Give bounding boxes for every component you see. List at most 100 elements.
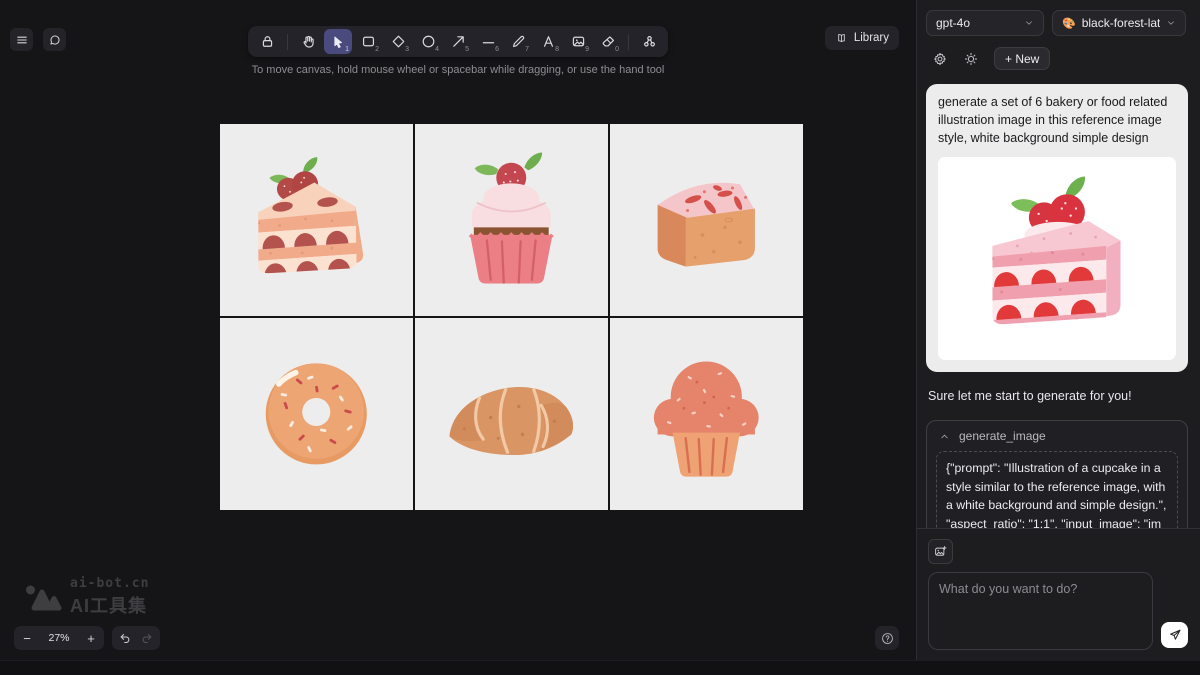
tool-draw[interactable]: 7 [504,29,532,54]
image-icon [572,36,584,47]
diamond-icon [392,35,404,48]
watermark-line1: ai-bot.cn [70,576,150,591]
tool-call-header[interactable]: generate_image [927,421,1187,451]
app-window: 1 2 3 4 5 6 7 8 9 0 To move canvas, hold… [0,0,1200,675]
session-controls: + New [926,47,1188,70]
tool-hand[interactable] [294,29,322,54]
cupcake-illustration [468,152,555,284]
tool-call-panel: generate_image {"prompt": "Illustration … [926,420,1188,528]
style-select[interactable]: 🎨 black-forest-lat [1052,10,1187,36]
theme-toggle-button[interactable] [963,51,979,67]
cursor-icon [334,35,343,48]
history-control [112,626,160,650]
compose-row [928,572,1188,650]
send-button[interactable] [1161,622,1188,648]
tool-eraser[interactable]: 0 [594,29,622,54]
user-message: generate a set of 6 bakery or food relat… [926,84,1188,373]
watermark-logo-icon [26,585,62,611]
lock-icon [262,36,272,47]
library-label: Library [853,32,889,44]
reference-image[interactable] [938,157,1176,361]
help-button[interactable] [875,626,899,650]
text-icon [543,36,553,47]
model-select[interactable]: gpt-4o [926,10,1044,36]
redo-button[interactable] [136,626,158,650]
tool-call-arguments: {"prompt": "Illustration of a cupcake in… [936,451,1178,528]
chat-input[interactable] [928,572,1153,650]
redo-icon [142,634,152,644]
window-bottom-strip [0,660,1200,675]
chat-history[interactable]: generate a set of 6 bakery or food relat… [926,84,1188,528]
settings-button[interactable] [932,51,948,67]
style-select-value: black-forest-lat [1081,16,1161,30]
donut-illustration [265,363,368,465]
tool-more-tools[interactable] [635,29,663,54]
composer [917,528,1200,650]
book-icon [838,33,845,42]
tool-ellipse[interactable]: 4 [414,29,442,54]
chevron-down-icon [1168,21,1175,25]
style-select-emoji: 🎨 [1062,17,1076,30]
arrow-icon [452,36,464,47]
model-select-value: gpt-4o [936,16,971,30]
chat-toggle-button[interactable] [43,28,66,51]
new-chat-button[interactable]: + New [994,47,1051,70]
chevron-up-icon [941,434,948,439]
canvas-image-strawberry-cupcake[interactable] [415,124,608,316]
watermark: ai-bot.cn AI工具集 [24,576,149,618]
zoom-level[interactable]: 27% [40,632,78,644]
generated-image-grid [220,124,803,510]
pencil-icon [512,35,524,48]
gear-icon [934,52,946,65]
send-icon [1169,629,1180,640]
more-tools-icon [643,36,655,47]
watermark-line2: AI工具集 [70,596,147,616]
hamburger-icon [16,36,27,43]
chat-sidebar: gpt-4o 🎨 black-forest-lat + New generate… [916,0,1200,660]
cake-slice-illustration [258,157,364,274]
reference-cake-illustration [992,176,1121,325]
tool-diamond[interactable]: 3 [384,29,412,54]
model-row: gpt-4o 🎨 black-forest-lat [926,10,1188,36]
library-button[interactable]: Library [824,26,899,50]
tool-palette: 1 2 3 4 5 6 7 8 9 0 [248,26,668,57]
hand-icon [302,35,314,48]
undo-icon [120,634,130,644]
tool-text[interactable]: 8 [534,29,562,54]
help-icon [881,632,893,644]
tool-rectangle[interactable]: 2 [354,29,382,54]
zoom-in-button[interactable]: + [78,626,104,650]
canvas-image-strawberry-cake-slice[interactable] [220,124,413,316]
tool-image[interactable]: 9 [564,29,592,54]
eraser-icon [602,36,614,47]
toolbar-divider [628,33,629,50]
attach-image-button[interactable] [928,539,953,564]
ellipse-icon [422,35,434,48]
loaf-cake-illustration [657,182,756,267]
muffin-illustration [654,361,759,477]
tool-line[interactable]: 6 [474,29,502,54]
tool-selection[interactable]: 1 [324,29,352,54]
chevron-down-icon [1026,21,1032,25]
tool-call-name: generate_image [959,429,1046,444]
canvas-image-croissant[interactable] [415,318,608,510]
rectangle-icon [362,36,374,47]
user-message-text: generate a set of 6 bakery or food relat… [938,95,1168,145]
tool-arrow[interactable]: 5 [444,29,472,54]
canvas-area[interactable]: 1 2 3 4 5 6 7 8 9 0 To move canvas, hold… [0,0,916,660]
canvas-image-loaf-cake[interactable] [610,124,803,316]
chat-bubble-icon [49,34,60,45]
undo-button[interactable] [114,626,136,650]
zoom-out-button[interactable]: − [14,626,40,650]
image-add-icon [935,545,947,556]
canvas-image-sprinkle-donut[interactable] [220,318,413,510]
canvas-image-muffin[interactable] [610,318,803,510]
tool-lock[interactable] [253,29,281,54]
line-icon [482,42,494,44]
sun-icon [964,52,978,65]
croissant-illustration [449,387,574,456]
toolbar-divider [287,33,288,50]
assistant-message: Sure let me start to generate for you! [928,389,1132,404]
main-menu-button[interactable] [10,28,33,51]
canvas-hint-text: To move canvas, hold mouse wheel or spac… [251,64,665,76]
